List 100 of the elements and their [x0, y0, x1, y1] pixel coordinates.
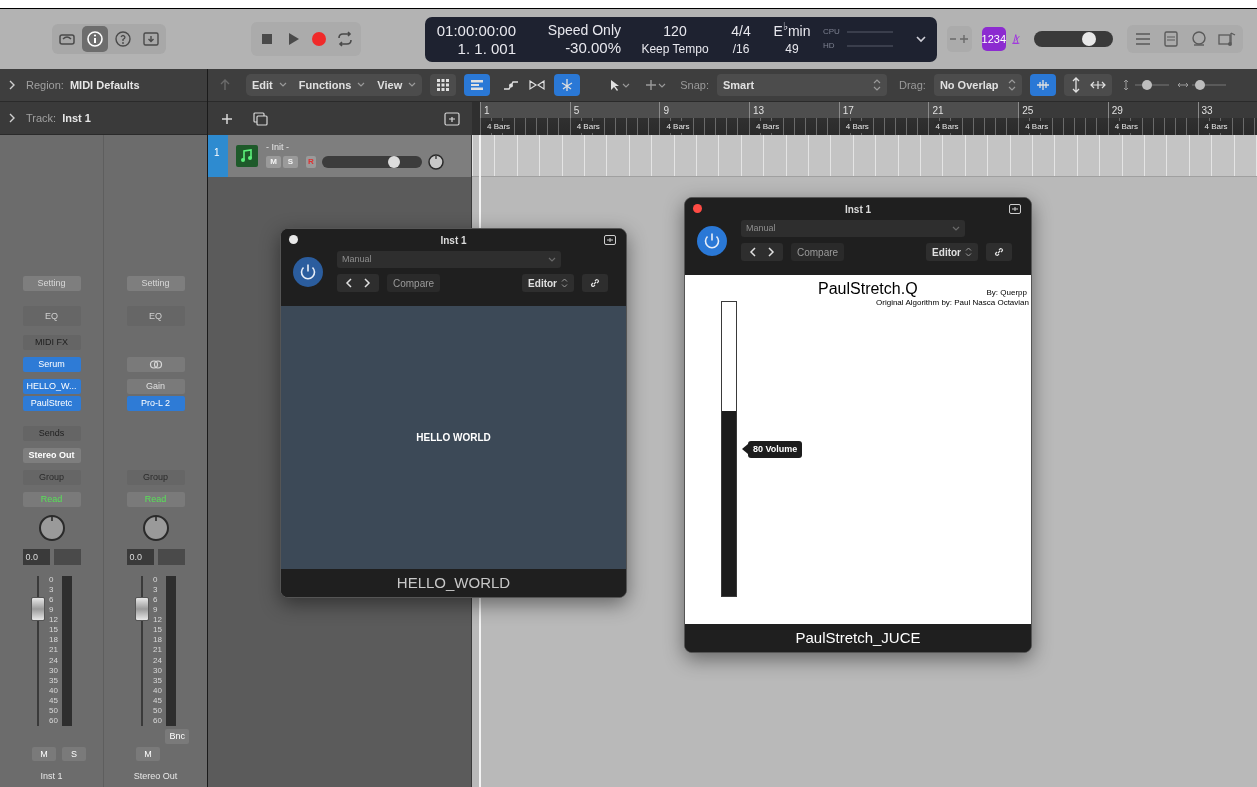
- waveform-zoom-button[interactable]: [1029, 74, 1056, 96]
- meter-scale-label: 60: [153, 717, 162, 726]
- master-volume-slider[interactable]: [1033, 31, 1113, 47]
- mute-button[interactable]: M: [266, 156, 281, 168]
- automation-mode-button[interactable]: Read: [22, 491, 81, 507]
- info-button[interactable]: [82, 26, 108, 52]
- bar-number: 1: [484, 103, 490, 118]
- menu-button[interactable]: View: [377, 76, 417, 94]
- meter-scale-label: 18: [49, 636, 58, 645]
- track-volume-slider[interactable]: [322, 156, 422, 168]
- slider-thumb[interactable]: [1195, 80, 1206, 90]
- compare-button[interactable]: Compare: [791, 243, 845, 261]
- window-title: Inst 1: [844, 202, 872, 217]
- fader-cap[interactable]: [31, 596, 46, 621]
- stepper-icon: [872, 79, 881, 91]
- slider-thumb[interactable]: [388, 156, 400, 168]
- chevron-left-icon[interactable]: [747, 246, 759, 258]
- mute-button[interactable]: M: [32, 746, 56, 761]
- volume-fader[interactable]: [135, 575, 150, 726]
- stereo-link-icon[interactable]: [126, 356, 185, 372]
- automation-icon[interactable]: [502, 78, 521, 92]
- chevron-down-icon[interactable]: [915, 33, 927, 45]
- compare-button[interactable]: Compare: [387, 274, 441, 292]
- menu-button[interactable]: Edit: [252, 76, 287, 94]
- plugin-name: PaulStretch_JUCE: [685, 624, 1031, 652]
- horizontal-zoom-slider[interactable]: [1191, 80, 1226, 90]
- pan-knob[interactable]: [428, 154, 444, 170]
- chevron-right-icon[interactable]: [8, 80, 16, 90]
- eq-button[interactable]: EQ: [22, 305, 81, 326]
- bar-number: 25: [1022, 103, 1034, 118]
- sends-slot[interactable]: Sends: [22, 425, 81, 441]
- vertical-zoom-slider[interactable]: [1134, 80, 1169, 90]
- preset-dropdown[interactable]: Manual: [741, 220, 965, 237]
- key-signature: E$^{♭}$min: [773, 23, 811, 38]
- snap-dropdown[interactable]: Smart: [716, 74, 887, 96]
- meter-scale-label: 21: [49, 646, 58, 655]
- pan-knob[interactable]: [37, 513, 66, 542]
- midi-fx-slot[interactable]: MIDI FX: [22, 334, 81, 350]
- volume-fader[interactable]: [31, 575, 46, 726]
- eq-button[interactable]: EQ: [126, 305, 185, 326]
- solo-button[interactable]: S: [283, 156, 298, 168]
- drag-dropdown[interactable]: No Overlap: [933, 74, 1022, 96]
- meter-scale-label: 12: [49, 616, 58, 625]
- instrument-slot[interactable]: Serum: [22, 356, 81, 372]
- menu-button[interactable]: Functions: [298, 76, 366, 94]
- link-button[interactable]: [986, 243, 1012, 261]
- insert-slot[interactable]: PaulStretc: [22, 395, 81, 411]
- solo-button[interactable]: S: [62, 746, 86, 761]
- insert-slot[interactable]: HELLO_W...: [22, 378, 81, 394]
- meter-scale-label: 40: [153, 687, 162, 696]
- meter-scale-label: 3: [153, 585, 159, 594]
- list-view-button[interactable]: [464, 74, 491, 96]
- close-button[interactable]: [289, 235, 298, 244]
- automation-mode-button[interactable]: Read: [126, 491, 185, 507]
- pointer-tool-icon[interactable]: [608, 78, 631, 92]
- insert-slot[interactable]: Pro-L 2: [126, 395, 185, 411]
- fader-cap[interactable]: [135, 596, 150, 621]
- stepper-icon: [1007, 79, 1016, 91]
- preset-dropdown[interactable]: Manual: [337, 251, 561, 268]
- meter-scale-label: 30: [49, 666, 58, 675]
- setting-button[interactable]: Setting: [126, 275, 185, 291]
- window-collapse-icon[interactable]: [1009, 204, 1021, 214]
- link-button[interactable]: [582, 274, 608, 292]
- meter-scale-label: 50: [49, 707, 58, 716]
- collapse-icon[interactable]: [444, 111, 460, 126]
- pan-knob[interactable]: [141, 513, 170, 542]
- chevron-down-icon: [408, 82, 417, 88]
- chevron-right-icon[interactable]: [765, 246, 777, 258]
- crosshair-tool-icon[interactable]: [644, 78, 667, 92]
- count-in-button[interactable]: 1234: [981, 27, 1007, 51]
- varispeed-mode: Speed Only: [547, 23, 621, 37]
- volume-slider[interactable]: [721, 301, 737, 597]
- slider-thumb[interactable]: [1082, 32, 1097, 46]
- chevron-right-icon[interactable]: [8, 113, 16, 123]
- slider-thumb[interactable]: [1141, 80, 1152, 90]
- mute-button[interactable]: M: [136, 746, 160, 761]
- track-name: - Init -: [266, 142, 290, 152]
- grid-view-button[interactable]: [430, 74, 457, 96]
- horizontal-zoom-icon[interactable]: [1089, 79, 1106, 91]
- varispeed-value: -30.00%: [565, 40, 621, 55]
- view-dropdown[interactable]: Editor: [926, 243, 978, 261]
- setting-button[interactable]: Setting: [22, 275, 81, 291]
- insert-slot[interactable]: Gain: [126, 378, 185, 394]
- output-button[interactable]: Stereo Out: [22, 447, 81, 463]
- power-icon[interactable]: [293, 257, 323, 287]
- smart-controls-button[interactable]: [554, 74, 581, 96]
- chevron-left-icon[interactable]: [343, 277, 355, 289]
- bounce-button[interactable]: Bnc: [165, 728, 189, 744]
- power-icon[interactable]: [697, 226, 727, 256]
- tooltip-pointer-icon: [742, 443, 748, 454]
- flex-icon[interactable]: [528, 78, 547, 92]
- section-length: 4 Bars: [1113, 120, 1139, 133]
- info-icon: [85, 29, 105, 49]
- loop-icon[interactable]: [1189, 29, 1209, 49]
- duplicate-track-icon[interactable]: [252, 111, 268, 126]
- view-dropdown[interactable]: Editor: [522, 274, 574, 292]
- chevron-right-icon[interactable]: [361, 277, 373, 289]
- window-collapse-icon[interactable]: [604, 235, 616, 245]
- track-header[interactable]: 1 - Init - M S R: [208, 135, 471, 177]
- add-track-icon[interactable]: [220, 111, 234, 126]
